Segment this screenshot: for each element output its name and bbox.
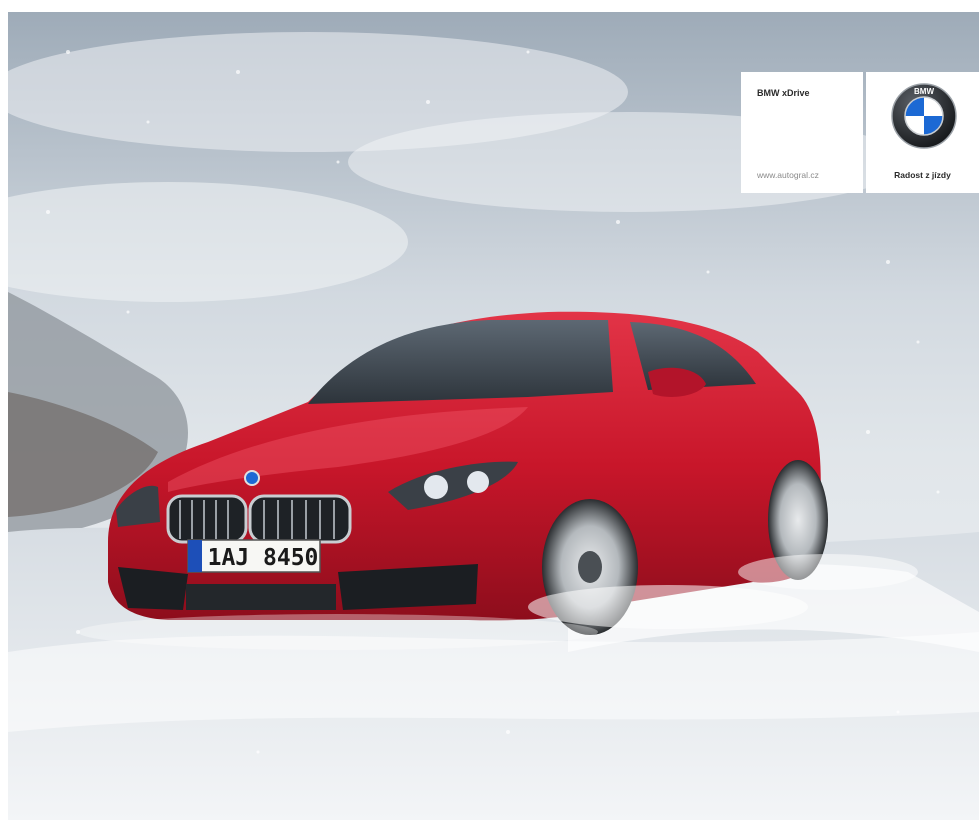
- headline-panel: BMW xDrive www.autogral.cz: [741, 72, 863, 193]
- headline: BMW xDrive: [757, 88, 810, 98]
- logo-panel: BMW Radost z jízdy: [866, 72, 979, 193]
- tagline: Radost z jízdy: [894, 170, 951, 180]
- website-link[interactable]: www.autogral.cz: [757, 170, 819, 180]
- advertisement: 1AJ 8450 BMW xDrive www.autogral.cz BMW …: [8, 12, 979, 820]
- logo-letters: BMW: [914, 87, 934, 96]
- licence-plate-text: 1AJ 8450: [208, 545, 319, 571]
- bmw-roundel-icon: BMW: [891, 83, 957, 149]
